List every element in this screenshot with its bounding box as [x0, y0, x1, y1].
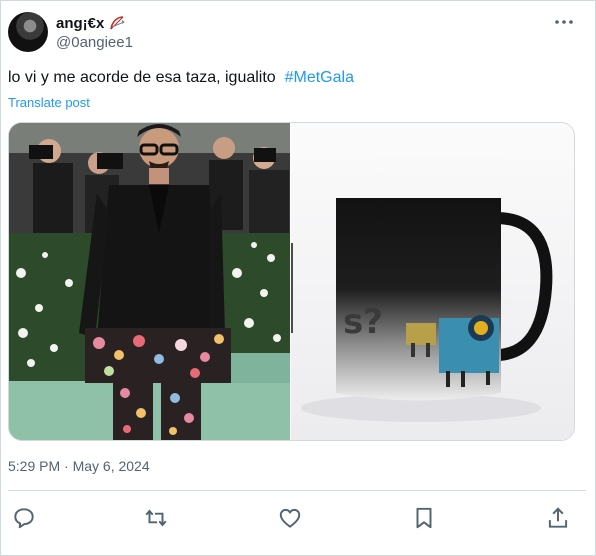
tweet-text: lo vi y me acorde de esa taza, igualito … [8, 68, 354, 88]
svg-text:s?: s? [343, 302, 383, 342]
author-name-row: ang¡€x [56, 14, 126, 32]
divider [8, 490, 586, 491]
tweet-body: lo vi y me acorde de esa taza, igualito [8, 69, 276, 86]
color-changing-mug-photo[interactable]: s? [290, 123, 574, 440]
share-icon[interactable] [545, 505, 571, 531]
action-bar [0, 505, 596, 531]
translate-link[interactable]: Translate post [8, 95, 90, 110]
bow-and-arrow-icon [108, 14, 126, 32]
avatar[interactable] [8, 12, 48, 52]
hashtag-link[interactable]: #MetGala [285, 69, 354, 86]
reply-icon[interactable] [11, 505, 37, 531]
author-display-name[interactable]: ang¡€x [56, 15, 104, 32]
tweet-timestamp[interactable]: 5:29 PM · May 6, 2024 [8, 458, 150, 474]
bookmark-icon[interactable] [411, 505, 437, 531]
author-handle[interactable]: @0angiee1 [56, 34, 133, 51]
retweet-icon[interactable] [143, 505, 169, 531]
more-icon[interactable] [552, 12, 576, 32]
media-grid: s? [8, 122, 575, 441]
heart-icon[interactable] [277, 505, 303, 531]
man-in-black-suit-floral-pants-photo[interactable] [9, 123, 290, 440]
